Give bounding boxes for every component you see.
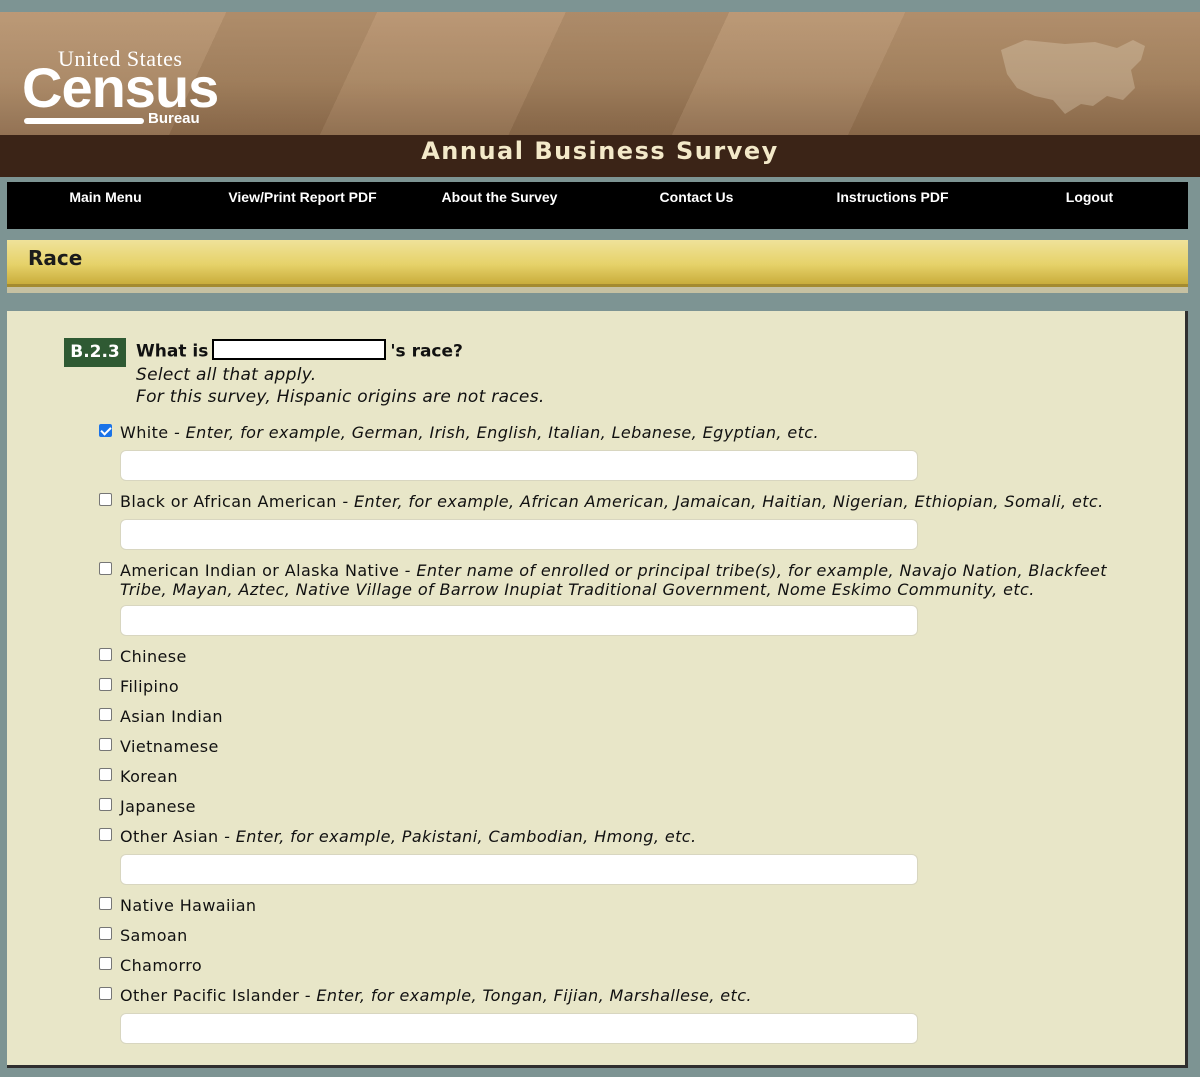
option-hint: - Enter, for example, Pakistani, Cambodi… bbox=[218, 827, 697, 846]
other-pacific-islander-detail-input[interactable] bbox=[120, 1013, 918, 1044]
main-nav: Main Menu View/Print Report PDF About th… bbox=[7, 182, 1188, 229]
redacted-business-name bbox=[212, 339, 387, 360]
option-label: Other Asian bbox=[120, 827, 219, 846]
logo-census: Census bbox=[22, 56, 219, 119]
checkbox-asian-indian[interactable] bbox=[99, 708, 112, 721]
option-japanese: Japanese bbox=[120, 797, 196, 816]
option-filipino: Filipino bbox=[120, 677, 180, 696]
us-map-icon bbox=[1001, 40, 1145, 114]
header-banner: United States Census Bureau bbox=[0, 12, 1200, 135]
checkbox-black-african-american[interactable] bbox=[99, 493, 112, 506]
option-vietnamese: Vietnamese bbox=[120, 737, 219, 756]
option-other-asian: Other Asian - Enter, for example, Pakist… bbox=[120, 827, 1130, 846]
checkbox-chinese[interactable] bbox=[99, 648, 112, 661]
nav-view-print-report[interactable]: View/Print Report PDF bbox=[204, 189, 401, 205]
checkbox-native-hawaiian[interactable] bbox=[99, 897, 112, 910]
question-note: For this survey, Hispanic origins are no… bbox=[136, 387, 545, 407]
checkbox-american-indian-alaska-native[interactable] bbox=[99, 562, 112, 575]
survey-title: Annual Business Survey bbox=[0, 135, 1200, 177]
american-indian-detail-input[interactable] bbox=[120, 605, 918, 636]
question-suffix: 's race? bbox=[390, 341, 463, 362]
nav-logout[interactable]: Logout bbox=[991, 189, 1188, 205]
other-asian-detail-input[interactable] bbox=[120, 854, 918, 885]
option-label: Black or African American bbox=[120, 492, 337, 511]
checkbox-filipino[interactable] bbox=[99, 678, 112, 691]
option-label: Other Pacific Islander bbox=[120, 986, 300, 1005]
question-prefix: What is bbox=[136, 341, 209, 362]
option-korean: Korean bbox=[120, 767, 178, 786]
checkbox-japanese[interactable] bbox=[99, 798, 112, 811]
option-hint: - Enter, for example, German, Irish, Eng… bbox=[168, 423, 819, 442]
checkbox-vietnamese[interactable] bbox=[99, 738, 112, 751]
option-asian-indian: Asian Indian bbox=[120, 707, 223, 726]
top-strip bbox=[0, 0, 1200, 12]
option-chamorro: Chamorro bbox=[120, 956, 203, 975]
option-native-hawaiian: Native Hawaiian bbox=[120, 896, 257, 915]
question-instruction: Select all that apply. bbox=[136, 365, 317, 385]
nav-instructions-pdf[interactable]: Instructions PDF bbox=[794, 189, 991, 205]
question-text: What is 's race? bbox=[136, 339, 463, 362]
logo-bureau: Bureau bbox=[148, 110, 200, 127]
black-detail-input[interactable] bbox=[120, 519, 918, 550]
option-black-african-american: Black or African American - Enter, for e… bbox=[120, 492, 1130, 511]
census-logo[interactable]: United States Census Bureau bbox=[22, 36, 222, 136]
nav-about-survey[interactable]: About the Survey bbox=[401, 189, 598, 205]
checkbox-other-asian[interactable] bbox=[99, 828, 112, 841]
nav-contact-us[interactable]: Contact Us bbox=[598, 189, 795, 205]
option-american-indian-alaska-native: American Indian or Alaska Native - Enter… bbox=[120, 561, 1130, 599]
option-label: American Indian or Alaska Native bbox=[120, 561, 400, 580]
option-chinese: Chinese bbox=[120, 647, 187, 666]
option-hint: - Enter, for example, Tongan, Fijian, Ma… bbox=[299, 986, 752, 1005]
section-title: Race bbox=[28, 246, 83, 270]
question-panel: B.2.3 What is 's race? Select all that ap… bbox=[7, 311, 1188, 1068]
section-header: Race bbox=[7, 240, 1188, 287]
checkbox-white[interactable] bbox=[99, 424, 112, 437]
nav-main-menu[interactable]: Main Menu bbox=[7, 189, 204, 205]
option-other-pacific-islander: Other Pacific Islander - Enter, for exam… bbox=[120, 986, 1130, 1005]
option-hint: - Enter, for example, African American, … bbox=[336, 492, 1104, 511]
checkbox-korean[interactable] bbox=[99, 768, 112, 781]
question-number-badge: B.2.3 bbox=[64, 338, 126, 367]
white-detail-input[interactable] bbox=[120, 450, 918, 481]
option-samoan: Samoan bbox=[120, 926, 188, 945]
option-white: White - Enter, for example, German, Iris… bbox=[120, 423, 1130, 442]
option-label: White bbox=[120, 423, 169, 442]
checkbox-samoan[interactable] bbox=[99, 927, 112, 940]
section-divider bbox=[7, 287, 1188, 293]
checkbox-other-pacific-islander[interactable] bbox=[99, 987, 112, 1000]
checkbox-chamorro[interactable] bbox=[99, 957, 112, 970]
logo-underline bbox=[24, 118, 144, 124]
